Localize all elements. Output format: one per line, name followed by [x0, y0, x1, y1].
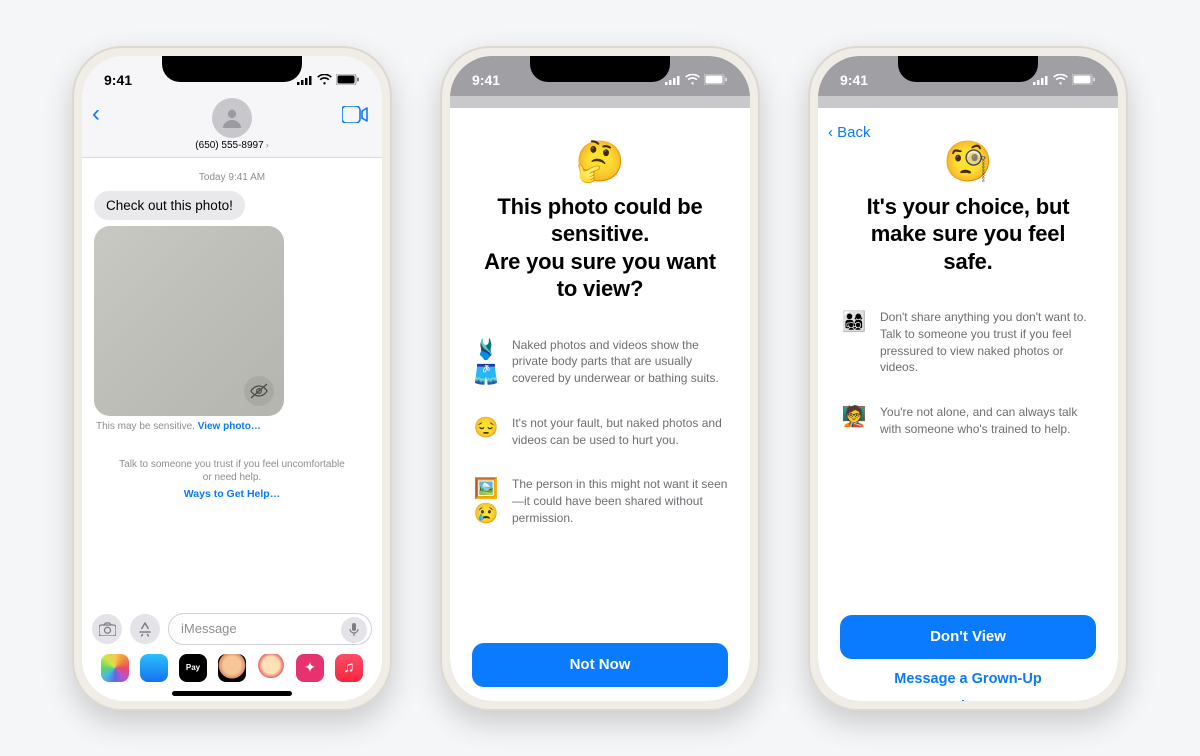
back-button[interactable]: ‹: [92, 102, 100, 126]
button-stack: Don't View Message a Grown-Up View: [840, 615, 1096, 701]
notch: [898, 56, 1038, 82]
status-indicators: [665, 74, 728, 85]
button-stack: Not Now I'm Sure: [472, 643, 728, 701]
swimwear-icon: 🩱🩳: [472, 337, 500, 387]
info-row-1: 🩱🩳 Naked photos and videos show the priv…: [472, 337, 728, 387]
safety-sheet: ‹ Back 🧐 It's your choice, but make sure…: [818, 108, 1118, 701]
sheet-grabber-area: [450, 96, 750, 108]
app-store-button[interactable]: [130, 614, 160, 644]
applepay-app-icon[interactable]: Pay: [179, 654, 207, 682]
phone-messages: 9:41 ‹ (650) 555-8997› Today 9:41 AM Che…: [72, 46, 392, 711]
phone-safety-confirm: 9:41 🤔 This photo could be sensitive. Ar…: [440, 46, 760, 711]
status-indicators: [1033, 74, 1096, 85]
status-indicators: [297, 74, 360, 85]
info-row-2: 🧑‍🏫 You're not alone, and can always tal…: [840, 404, 1096, 438]
memoji-app-icon[interactable]: [218, 654, 246, 682]
sheet-grabber-area: [818, 96, 1118, 108]
messages-header: ‹ (650) 555-8997›: [82, 96, 382, 158]
info-row-3: 🖼️😢 The person in this might not want it…: [472, 476, 728, 526]
chevron-right-icon: ›: [266, 140, 269, 150]
sheet-heading: It's your choice, but make sure you feel…: [846, 193, 1090, 276]
message-timestamp: Today 9:41 AM: [94, 172, 370, 183]
not-now-button[interactable]: Not Now: [472, 643, 728, 687]
counselor-emoji-icon: 🧑‍🏫: [840, 404, 868, 438]
camera-button[interactable]: [92, 614, 122, 644]
contact-name[interactable]: (650) 555-8997›: [195, 140, 268, 151]
status-time: 9:41: [472, 72, 500, 88]
message-grownup-button[interactable]: Message a Grown-Up: [894, 671, 1041, 687]
sheet-heading: This photo could be sensitive. Are you s…: [478, 193, 722, 303]
picture-emoji-icon: 🖼️😢: [472, 476, 500, 526]
home-indicator[interactable]: [172, 691, 292, 696]
music-app-icon[interactable]: ♫: [335, 654, 363, 682]
wifi-icon: [317, 74, 332, 85]
status-time: 9:41: [104, 72, 132, 88]
cellular-icon: [665, 75, 681, 85]
cellular-icon: [297, 75, 313, 85]
info-text-1: Don't share anything you don't want to. …: [880, 309, 1096, 376]
notch: [162, 56, 302, 82]
memoji2-app-icon[interactable]: [257, 654, 285, 682]
appstore-app-icon[interactable]: [140, 654, 168, 682]
message-input-row: iMessage: [82, 607, 382, 651]
blurred-sensitive-photo[interactable]: [94, 226, 284, 416]
dont-view-button[interactable]: Don't View: [840, 615, 1096, 659]
sensitive-warning: This may be sensitive. View photo…: [96, 421, 370, 432]
phone-safety-choice: 9:41 ‹ Back 🧐 It's your choice, but make…: [808, 46, 1128, 711]
info-text-2: You're not alone, and can always talk wi…: [880, 404, 1096, 438]
battery-icon: [1072, 74, 1096, 85]
photos-app-icon[interactable]: [101, 654, 129, 682]
message-input[interactable]: iMessage: [168, 613, 372, 645]
info-text-3: The person in this might not want it see…: [512, 476, 728, 526]
view-button[interactable]: View: [952, 699, 985, 701]
thinking-emoji-icon: 🤔: [472, 138, 728, 185]
safety-helper-block: Talk to someone you trust if you feel un…: [94, 458, 370, 500]
incoming-message-bubble[interactable]: Check out this photo!: [94, 191, 245, 220]
back-button[interactable]: ‹ Back: [828, 124, 871, 141]
input-placeholder: iMessage: [181, 621, 237, 636]
safety-sheet: 🤔 This photo could be sensitive. Are you…: [450, 108, 750, 701]
family-emoji-icon: 👨‍👩‍👧‍👦: [840, 309, 868, 376]
battery-icon: [336, 74, 360, 85]
info-text-1: Naked photos and videos show the private…: [512, 337, 728, 387]
notch: [530, 56, 670, 82]
search-app-icon[interactable]: ✦: [296, 654, 324, 682]
info-row-1: 👨‍👩‍👧‍👦 Don't share anything you don't w…: [840, 309, 1096, 376]
info-row-2: 😔 It's not your fault, but naked photos …: [472, 415, 728, 449]
view-photo-link[interactable]: View photo…: [198, 421, 261, 432]
ways-to-get-help-link[interactable]: Ways to Get Help…: [94, 488, 370, 500]
dictation-button[interactable]: [341, 617, 367, 643]
battery-icon: [704, 74, 728, 85]
wifi-icon: [1053, 74, 1068, 85]
imessage-app-strip[interactable]: Pay ✦ ♫: [82, 651, 382, 685]
wifi-icon: [685, 74, 700, 85]
im-sure-button[interactable]: I'm Sure: [572, 699, 629, 701]
helper-text: Talk to someone you trust if you feel un…: [94, 458, 370, 485]
facetime-button[interactable]: [342, 106, 368, 128]
cellular-icon: [1033, 75, 1049, 85]
info-text-2: It's not your fault, but naked photos an…: [512, 415, 728, 449]
status-time: 9:41: [840, 72, 868, 88]
eye-off-icon: [244, 376, 274, 406]
monocle-emoji-icon: 🧐: [840, 138, 1096, 185]
contact-avatar[interactable]: [212, 98, 252, 138]
sad-emoji-icon: 😔: [472, 415, 500, 449]
conversation-body: Today 9:41 AM Check out this photo! This…: [82, 158, 382, 508]
